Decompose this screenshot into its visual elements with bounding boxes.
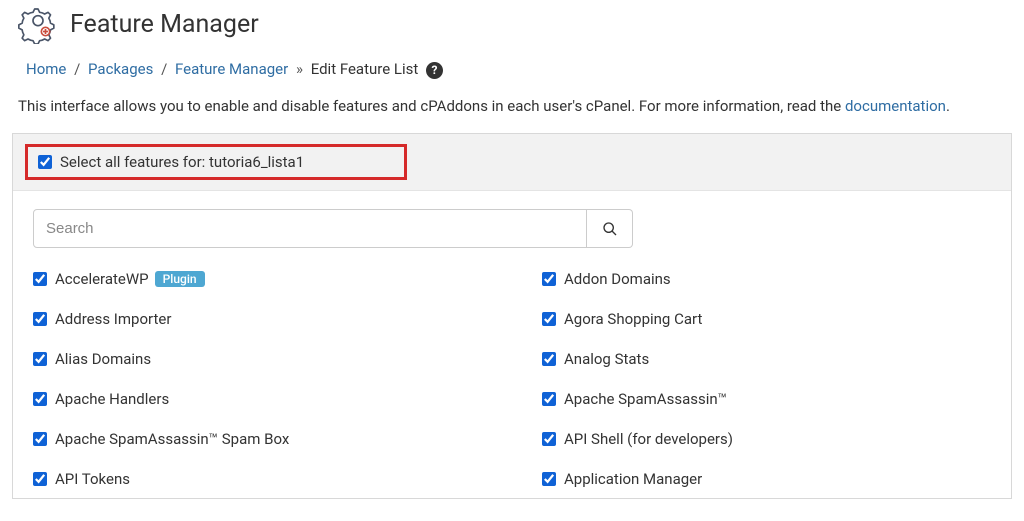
feature-label: Alias Domains xyxy=(55,350,151,368)
feature-item: Apache SpamAssassin™ xyxy=(542,390,991,408)
intro-after: . xyxy=(946,97,950,115)
breadcrumb-feature-manager[interactable]: Feature Manager xyxy=(175,60,288,78)
features-panel: Select all features for: tutoria6_lista1… xyxy=(12,133,1012,499)
feature-label: Address Importer xyxy=(55,310,171,328)
feature-label: Analog Stats xyxy=(564,350,649,368)
plugin-badge: Plugin xyxy=(155,271,205,287)
features-grid: AccelerateWP Plugin Addon Domains Addres… xyxy=(33,270,991,488)
intro-before: This interface allows you to enable and … xyxy=(18,97,845,115)
feature-item: Address Importer xyxy=(33,310,482,328)
feature-item: Apache Handlers xyxy=(33,390,482,408)
panel-body: AccelerateWP Plugin Addon Domains Addres… xyxy=(13,191,1011,498)
feature-checkbox[interactable] xyxy=(33,472,47,486)
breadcrumb-packages[interactable]: Packages xyxy=(88,60,153,78)
feature-label: Agora Shopping Cart xyxy=(564,310,702,328)
feature-checkbox[interactable] xyxy=(542,392,556,406)
feature-item: API Shell (for developers) xyxy=(542,430,991,448)
breadcrumb-home[interactable]: Home xyxy=(26,60,66,78)
feature-item: Application Manager xyxy=(542,470,991,488)
feature-label: Addon Domains xyxy=(564,270,671,288)
page-header: Feature Manager xyxy=(0,0,1024,56)
feature-checkbox[interactable] xyxy=(33,352,47,366)
feature-label: Apache SpamAssassin™ xyxy=(564,390,727,408)
feature-checkbox[interactable] xyxy=(542,312,556,326)
feature-item: AccelerateWP Plugin xyxy=(33,270,482,288)
page-title: Feature Manager xyxy=(70,10,259,39)
search-icon xyxy=(602,221,618,237)
feature-checkbox[interactable] xyxy=(33,312,47,326)
breadcrumb-current: Edit Feature List xyxy=(311,60,419,78)
feature-checkbox[interactable] xyxy=(33,392,47,406)
feature-item: Alias Domains xyxy=(33,350,482,368)
search-input[interactable] xyxy=(33,209,587,248)
select-all-checkbox[interactable] xyxy=(38,155,52,169)
feature-label: Apache SpamAssassin™ Spam Box xyxy=(55,430,289,448)
feature-item: Addon Domains xyxy=(542,270,991,288)
feature-label: API Tokens xyxy=(55,470,130,488)
feature-item: Apache SpamAssassin™ Spam Box xyxy=(33,430,482,448)
feature-item: Agora Shopping Cart xyxy=(542,310,991,328)
feature-item: API Tokens xyxy=(33,470,482,488)
feature-checkbox[interactable] xyxy=(542,272,556,286)
feature-label: Application Manager xyxy=(564,470,702,488)
intro-text: This interface allows you to enable and … xyxy=(0,95,1024,134)
breadcrumb: Home / Packages / Feature Manager » Edit… xyxy=(0,56,1024,95)
feature-checkbox[interactable] xyxy=(542,352,556,366)
feature-checkbox[interactable] xyxy=(542,472,556,486)
help-icon[interactable]: ? xyxy=(426,62,443,79)
feature-item: Analog Stats xyxy=(542,350,991,368)
breadcrumb-sep: / xyxy=(161,60,167,78)
select-all-highlight: Select all features for: tutoria6_lista1 xyxy=(25,144,407,180)
select-all-row: Select all features for: tutoria6_lista1 xyxy=(13,134,1011,191)
feature-label: Apache Handlers xyxy=(55,390,169,408)
search-group xyxy=(33,209,633,248)
select-all-label: Select all features for: tutoria6_lista1 xyxy=(60,153,304,171)
breadcrumb-sep: » xyxy=(296,60,303,78)
breadcrumb-sep: / xyxy=(74,60,80,78)
feature-checkbox[interactable] xyxy=(542,432,556,446)
documentation-link[interactable]: documentation xyxy=(845,97,946,115)
gear-icon xyxy=(18,4,58,44)
search-button[interactable] xyxy=(587,209,633,248)
feature-label: API Shell (for developers) xyxy=(564,430,733,448)
feature-checkbox[interactable] xyxy=(33,272,47,286)
feature-checkbox[interactable] xyxy=(33,432,47,446)
feature-label: AccelerateWP xyxy=(55,270,149,288)
